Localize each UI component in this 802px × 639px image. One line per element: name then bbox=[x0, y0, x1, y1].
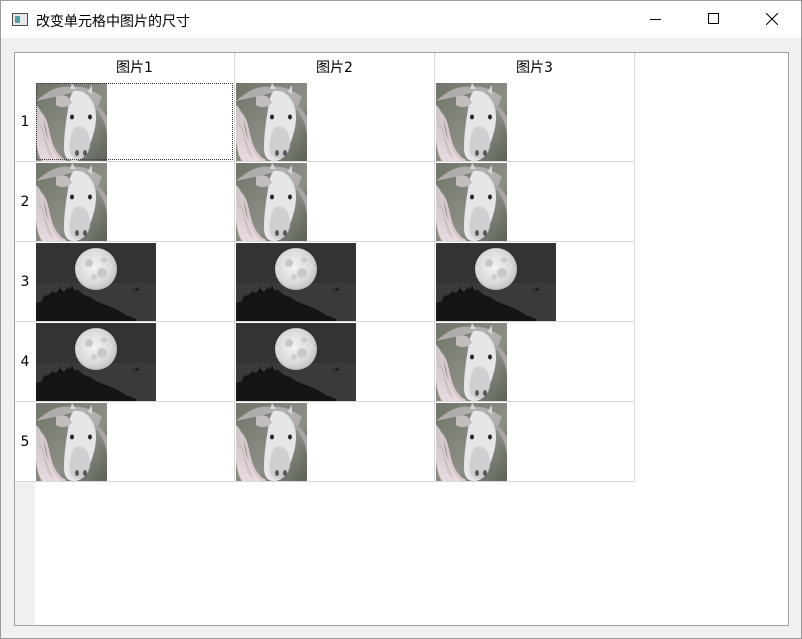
row-header-3[interactable]: 3 bbox=[15, 242, 35, 322]
moon-image bbox=[236, 323, 356, 401]
moon-image bbox=[436, 243, 556, 321]
table-cell[interactable] bbox=[235, 322, 435, 402]
table-cell[interactable] bbox=[435, 242, 635, 322]
close-icon bbox=[766, 13, 778, 25]
maximize-icon bbox=[708, 13, 719, 24]
column-header-2[interactable]: 图片2 bbox=[235, 53, 435, 82]
row-header-1[interactable]: 1 bbox=[15, 82, 35, 162]
horse-image bbox=[436, 83, 507, 161]
table-cell[interactable] bbox=[435, 322, 635, 402]
row-header-2[interactable]: 2 bbox=[15, 162, 35, 242]
table-cell[interactable] bbox=[435, 402, 635, 482]
table-cell[interactable] bbox=[235, 402, 435, 482]
horse-image bbox=[36, 83, 107, 161]
window-title: 改变单元格中图片的尺寸 bbox=[36, 14, 190, 30]
image-table[interactable]: 图片1 图片2 图片3 1 2 3 4 5 bbox=[14, 52, 789, 626]
moon-image bbox=[36, 323, 156, 401]
app-window-icon bbox=[12, 13, 28, 26]
table-cell[interactable] bbox=[435, 162, 635, 242]
table-cell[interactable] bbox=[235, 82, 435, 162]
table-cell[interactable] bbox=[35, 402, 235, 482]
row-header-4[interactable]: 4 bbox=[15, 322, 35, 402]
title-bar[interactable]: 改变单元格中图片的尺寸 bbox=[1, 1, 801, 38]
main-window: 改变单元格中图片的尺寸 图片1 图片2 图片3 1 2 3 4 5 bbox=[0, 0, 802, 639]
table-cell[interactable] bbox=[35, 322, 235, 402]
horse-image bbox=[36, 163, 107, 241]
horse-image bbox=[236, 163, 307, 241]
table-cell[interactable] bbox=[235, 242, 435, 322]
horse-image bbox=[36, 403, 107, 481]
table-cell[interactable] bbox=[235, 162, 435, 242]
table-cell[interactable] bbox=[35, 82, 235, 162]
horse-image bbox=[436, 403, 507, 481]
horse-image bbox=[436, 323, 507, 401]
horse-image bbox=[236, 403, 307, 481]
table-cell[interactable] bbox=[435, 82, 635, 162]
column-header-3[interactable]: 图片3 bbox=[435, 53, 635, 82]
moon-image bbox=[36, 243, 156, 321]
horse-image bbox=[236, 83, 307, 161]
minimize-icon bbox=[650, 19, 661, 20]
table-cell[interactable] bbox=[35, 242, 235, 322]
minimize-button[interactable] bbox=[627, 1, 685, 38]
moon-image bbox=[236, 243, 356, 321]
row-header-5[interactable]: 5 bbox=[15, 402, 35, 482]
maximize-button[interactable] bbox=[685, 1, 743, 38]
table-cell[interactable] bbox=[35, 162, 235, 242]
horse-image bbox=[436, 163, 507, 241]
column-header-1[interactable]: 图片1 bbox=[35, 53, 235, 82]
close-button[interactable] bbox=[743, 1, 801, 38]
table-corner-button[interactable] bbox=[15, 53, 35, 82]
